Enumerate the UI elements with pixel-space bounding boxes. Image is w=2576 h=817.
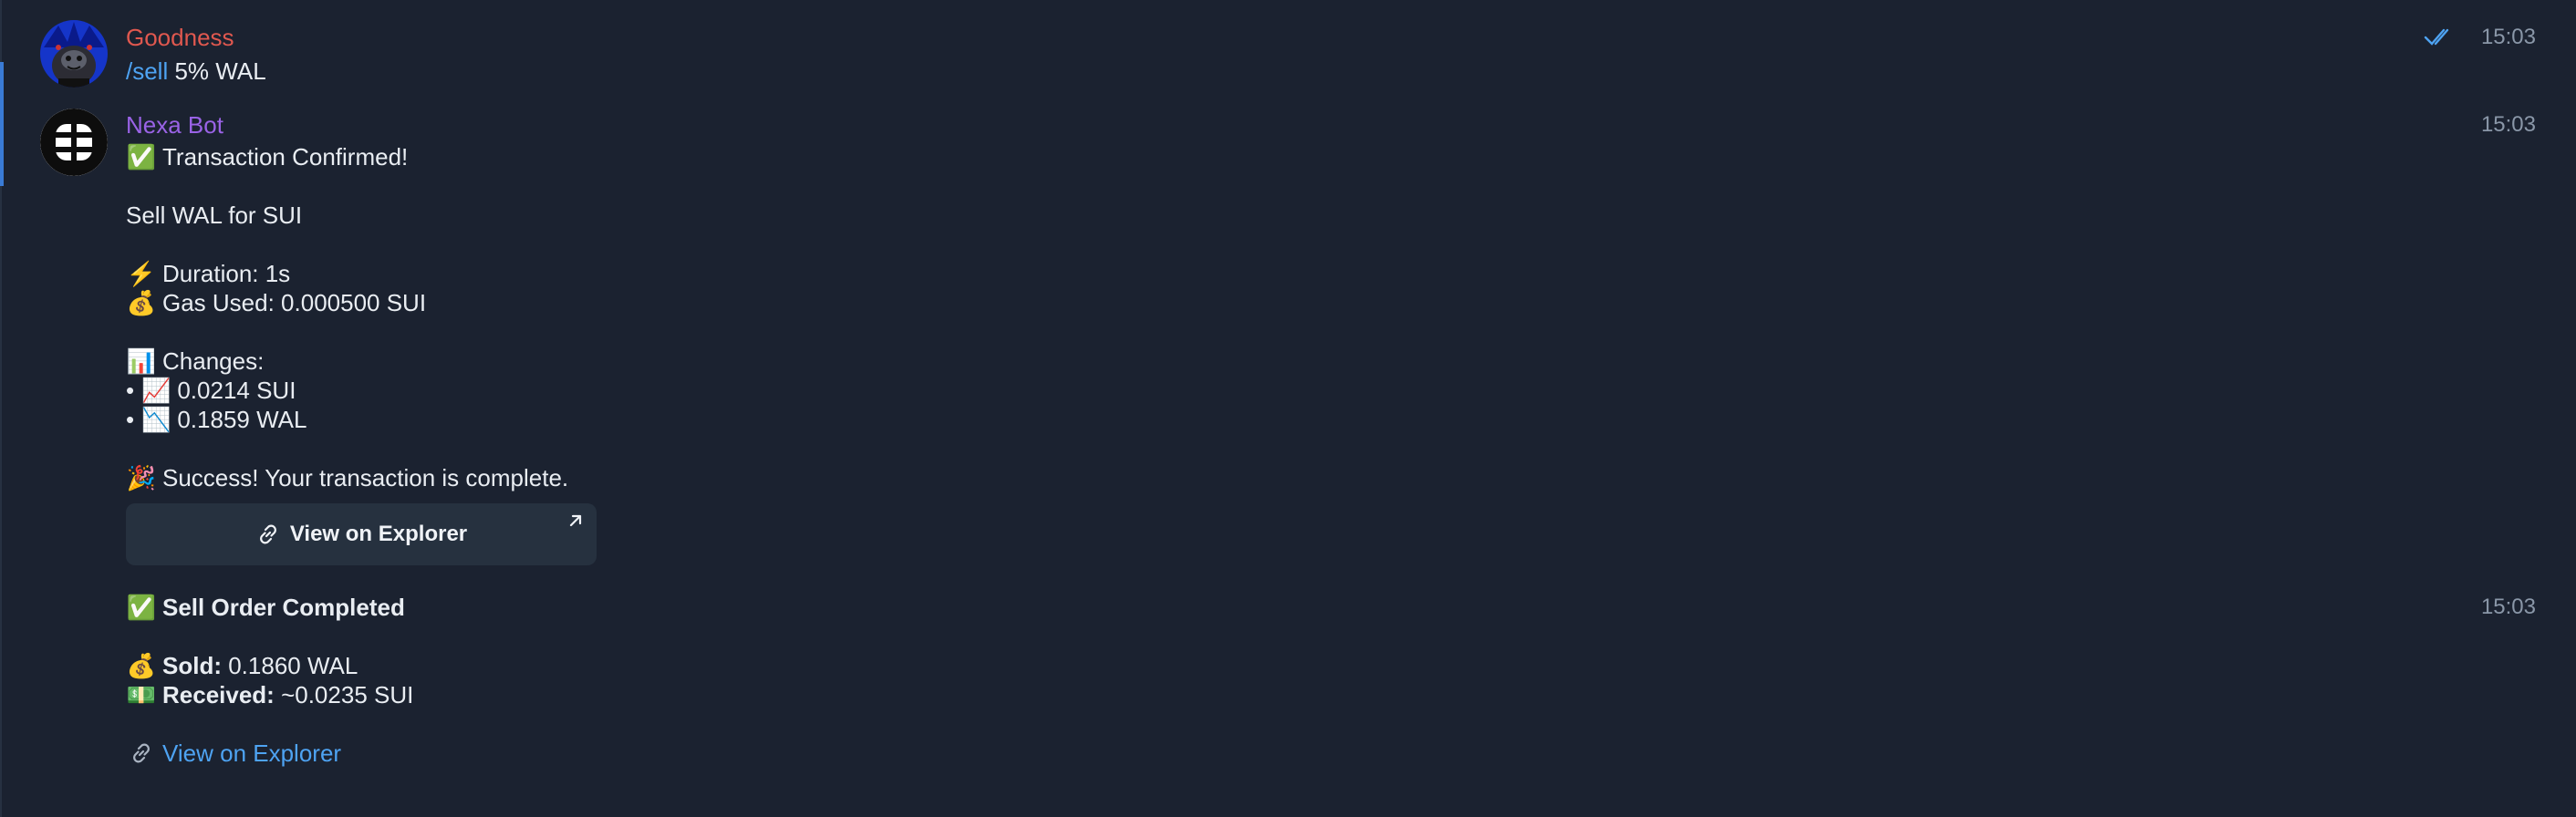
sender-name[interactable]: Goodness	[126, 24, 234, 51]
external-link-arrow-icon	[569, 514, 582, 527]
check-mark-icon: ✅	[126, 594, 157, 621]
message-line: ⚡ Duration: 1s	[126, 260, 291, 287]
selected-message-indicator	[0, 62, 4, 186]
party-popper-icon: 🎉	[126, 464, 157, 491]
avatar-nexa-bot[interactable]	[40, 109, 108, 176]
message-line: 💰 Gas Used: 0.000500 SUI	[126, 289, 427, 316]
message-time: 15:03	[2480, 112, 2536, 137]
view-on-explorer-link[interactable]: View on Explorer	[162, 739, 341, 767]
bullet: •	[126, 406, 135, 433]
message-line: • 📉 0.1859 WAL	[126, 406, 307, 433]
link-icon	[126, 739, 157, 768]
message-line: Sell WAL for SUI	[126, 202, 303, 229]
bar-chart-icon: 📊	[126, 347, 157, 375]
chart-increasing-icon: 📈	[141, 377, 171, 404]
message-time: 15:03	[2480, 595, 2536, 619]
check-mark-icon: ✅	[126, 143, 157, 171]
money-bag-icon: 💰	[126, 289, 157, 316]
link-icon	[255, 522, 281, 547]
dollar-banknote-icon: 💵	[126, 681, 157, 708]
message-line: View on Explorer	[126, 739, 341, 768]
message-line: 💰 Sold: 0.1860 WAL	[126, 652, 358, 679]
message-text: /sell 5% WAL	[126, 57, 266, 86]
button-label: View on Explorer	[289, 522, 468, 546]
view-on-explorer-button[interactable]: View on Explorer	[126, 503, 597, 565]
message-line: 💵 Received: ~0.0235 SUI	[126, 681, 414, 708]
bullet: •	[126, 377, 135, 404]
money-bag-icon: 💰	[126, 652, 157, 679]
avatar-goodness[interactable]	[40, 20, 108, 88]
message-line: ✅ Sell Order Completed	[126, 594, 405, 621]
command-args: 5% WAL	[168, 57, 266, 85]
bot-command-link[interactable]: /sell	[126, 57, 168, 85]
message-time: 15:03	[2480, 25, 2536, 49]
double-check-icon	[2424, 28, 2449, 46]
message-line: • 📈 0.0214 SUI	[126, 377, 296, 404]
chart-decreasing-icon: 📉	[141, 406, 171, 433]
message-line: 📊 Changes:	[126, 347, 265, 375]
message-line: ✅ Transaction Confirmed!	[126, 143, 409, 171]
sender-name[interactable]: Nexa Bot	[126, 111, 223, 139]
lightning-icon: ⚡	[126, 260, 157, 287]
message-line: 🎉 Success! Your transaction is complete.	[126, 464, 569, 491]
